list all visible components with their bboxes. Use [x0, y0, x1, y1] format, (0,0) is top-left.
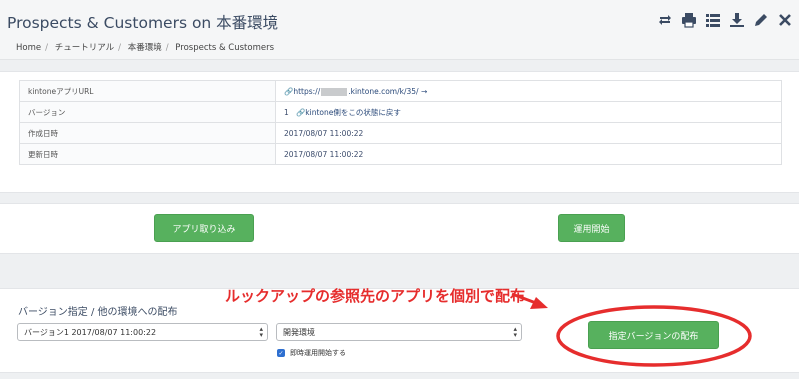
swap-icon[interactable]: [657, 12, 673, 28]
redacted-domain: [321, 87, 348, 96]
app-url-link[interactable]: 🔗https://.kintone.com/k/35/ →: [275, 80, 782, 102]
version-select[interactable]: バージョン1 2017/08/07 11:00:22 ▴ ▾: [17, 323, 268, 341]
revert-link[interactable]: kintone側をこの状態に戻す: [305, 108, 401, 117]
link-icon: 🔗: [284, 86, 294, 96]
link-icon: 🔗: [295, 107, 306, 117]
page-header: Prospects & Customers on 本番環境 Home / チュート…: [0, 0, 799, 60]
deploy-version-button[interactable]: 指定バージョンの配布: [588, 321, 719, 349]
print-icon[interactable]: [681, 12, 697, 28]
app-info-table: kintoneアプリURL 🔗https://.kintone.com/k/35…: [19, 80, 782, 165]
breadcrumb-home[interactable]: Home: [16, 43, 41, 53]
page-title: Prospects & Customers on 本番環境: [7, 14, 279, 32]
row-label: 更新日時: [19, 143, 276, 165]
app-info-panel: kintoneアプリURL 🔗https://.kintone.com/k/35…: [0, 71, 799, 193]
updated-value: 2017/08/07 11:00:22: [275, 143, 782, 165]
table-row: バージョン 1 🔗kintone側をこの状態に戻す: [19, 101, 782, 123]
created-value: 2017/08/07 11:00:22: [275, 122, 782, 144]
breadcrumb-current: Prospects & Customers: [175, 43, 275, 53]
actions-panel: アプリ取り込み 運用開始: [0, 203, 799, 254]
pencil-icon[interactable]: [753, 12, 769, 28]
start-operation-button[interactable]: 運用開始: [558, 214, 625, 242]
checkbox-checked-icon: ✓: [277, 349, 285, 357]
deploy-title: バージョン指定 / 他の環境への配布: [18, 307, 178, 318]
close-icon[interactable]: [777, 12, 793, 28]
environment-select[interactable]: 開発環境 ▴ ▾: [276, 323, 522, 341]
version-value: 1: [284, 107, 289, 117]
annotation-text: ルックアップの参照先のアプリを個別で配布: [225, 287, 526, 305]
breadcrumb-tutorial[interactable]: チュートリアル: [55, 43, 114, 53]
download-icon[interactable]: [729, 12, 745, 28]
import-app-button[interactable]: アプリ取り込み: [154, 214, 254, 242]
row-label: kintoneアプリURL: [19, 80, 276, 102]
table-row: 作成日時 2017/08/07 11:00:22: [19, 122, 782, 144]
toolbar: [657, 12, 793, 28]
select-arrow-icon: ▴ ▾: [259, 325, 263, 339]
list-icon[interactable]: [705, 12, 721, 28]
select-arrow-icon: ▴ ▾: [513, 325, 517, 339]
breadcrumb: Home / チュートリアル / 本番環境 / Prospects & Custome…: [16, 43, 275, 53]
table-row: kintoneアプリURL 🔗https://.kintone.com/k/35…: [19, 80, 782, 102]
breadcrumb-environment[interactable]: 本番環境: [128, 43, 162, 53]
row-label: バージョン: [19, 101, 276, 123]
immediate-start-checkbox[interactable]: ✓ 即時運用開始する: [277, 348, 346, 358]
table-row: 更新日時 2017/08/07 11:00:22: [19, 143, 782, 165]
row-label: 作成日時: [19, 122, 276, 144]
